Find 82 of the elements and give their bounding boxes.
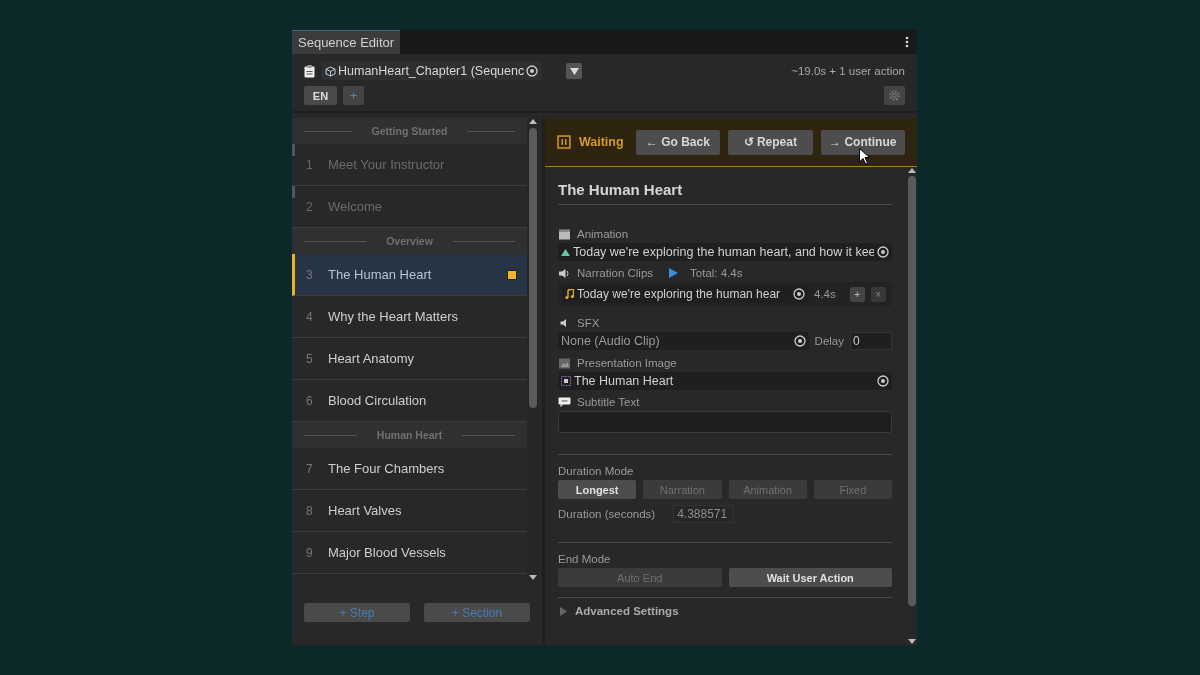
step-item[interactable]: 3 The Human Heart <box>292 254 527 296</box>
duration-summary: ~19.0s + 1 user action <box>791 65 905 77</box>
step-title: The Human Heart <box>328 267 432 282</box>
step-title: Major Blood Vessels <box>328 545 446 560</box>
delay-label: Delay <box>814 335 844 347</box>
mountain-icon <box>561 248 570 256</box>
pause-icon <box>557 135 571 149</box>
language-button[interactable]: EN <box>304 86 337 105</box>
window-tab[interactable]: Sequence Editor <box>292 30 401 54</box>
current-step-marker <box>507 269 517 280</box>
music-note-icon <box>565 289 574 299</box>
settings-icon <box>888 89 901 102</box>
scrollbar[interactable] <box>906 167 917 645</box>
step-number: 2 <box>306 199 314 214</box>
section-title: Overview <box>386 235 433 247</box>
field-label: Animation <box>577 228 629 240</box>
step-number: 3 <box>306 267 314 282</box>
dropdown-button[interactable] <box>566 63 583 79</box>
step-heading: The Human Heart <box>558 181 892 205</box>
speaker-icon <box>558 267 571 279</box>
step-title: Blood Circulation <box>328 393 427 408</box>
step-number: 4 <box>306 309 314 324</box>
image-field[interactable]: The Human Heart <box>558 372 892 390</box>
advanced-settings-toggle[interactable]: Advanced Settings <box>558 605 679 617</box>
target-icon[interactable] <box>793 288 805 300</box>
target-icon[interactable] <box>877 246 889 258</box>
subtitle-input[interactable] <box>558 411 892 433</box>
field-label: Subtitle Text <box>577 396 640 408</box>
step-number: 8 <box>306 503 314 518</box>
section-title: Getting Started <box>371 125 448 137</box>
target-icon[interactable] <box>793 335 806 347</box>
sprite-icon <box>561 376 571 386</box>
section-label: End Mode <box>558 552 612 567</box>
clip-duration: 4.4s <box>814 288 836 300</box>
step-title: Heart Valves <box>328 503 402 518</box>
remove-clip-button[interactable]: × <box>870 286 886 302</box>
duration-input[interactable]: 4.388571 <box>673 505 734 523</box>
speech-bubble-icon <box>558 397 571 407</box>
field-label: SFX <box>577 317 600 329</box>
step-title: Welcome <box>328 199 382 214</box>
step-number: 5 <box>306 351 314 366</box>
clipboard-icon[interactable] <box>304 64 315 78</box>
step-title: Why the Heart Matters <box>328 309 459 324</box>
step-number: 1 <box>306 157 314 172</box>
clapperboard-icon <box>558 228 571 240</box>
menu-icon[interactable] <box>905 36 909 48</box>
scroll-down-arrow-icon[interactable] <box>907 639 916 645</box>
field-label: Presentation Image <box>577 357 677 369</box>
scroll-up-arrow-icon[interactable] <box>529 118 537 124</box>
image-icon <box>558 357 571 369</box>
mouse-cursor-icon <box>859 148 870 165</box>
target-icon[interactable] <box>877 375 889 387</box>
sfx-field[interactable]: None (Audio Clip) <box>558 332 809 350</box>
collapsed-arrow-icon <box>560 606 567 616</box>
step-number: 7 <box>306 461 314 476</box>
step-title: Heart Anatomy <box>328 351 414 366</box>
caret-icon <box>569 67 579 75</box>
scroll-down-arrow-icon[interactable] <box>529 575 537 581</box>
playback-button[interactable]: → Continue <box>820 129 905 155</box>
field-label: Duration (seconds) <box>558 508 656 520</box>
scroll-up-arrow-icon[interactable] <box>907 167 916 173</box>
section-label: Duration Mode <box>558 464 635 479</box>
play-icon[interactable] <box>669 268 679 278</box>
mode-option[interactable]: Wait User Action <box>728 568 892 587</box>
asset-field[interactable]: HumanHeart_Chapter1 (Sequenc <box>321 62 543 80</box>
section-title: Human Heart <box>376 429 443 441</box>
delay-input[interactable]: 0 <box>850 332 892 350</box>
add-clip-button[interactable]: + <box>849 286 865 302</box>
step-number: 9 <box>306 545 314 560</box>
step-title: Meet Your Instructor <box>328 157 445 172</box>
playback-button[interactable]: ← Go Back <box>635 129 721 155</box>
mode-option[interactable]: Longest <box>558 480 637 499</box>
narration-total: Total: 4.4s <box>690 267 743 279</box>
field-label: Narration Clips <box>577 267 654 279</box>
target-icon[interactable] <box>526 65 539 77</box>
playback-button[interactable]: ↺ Repeat <box>728 129 813 155</box>
status-label: Waiting <box>578 135 624 149</box>
scrollbar[interactable] <box>527 118 539 581</box>
step-title: The Four Chambers <box>328 461 445 476</box>
step-number: 6 <box>306 393 314 408</box>
cube-icon <box>325 65 336 77</box>
clip-field[interactable]: Today we're exploring the human hear <box>562 285 808 303</box>
